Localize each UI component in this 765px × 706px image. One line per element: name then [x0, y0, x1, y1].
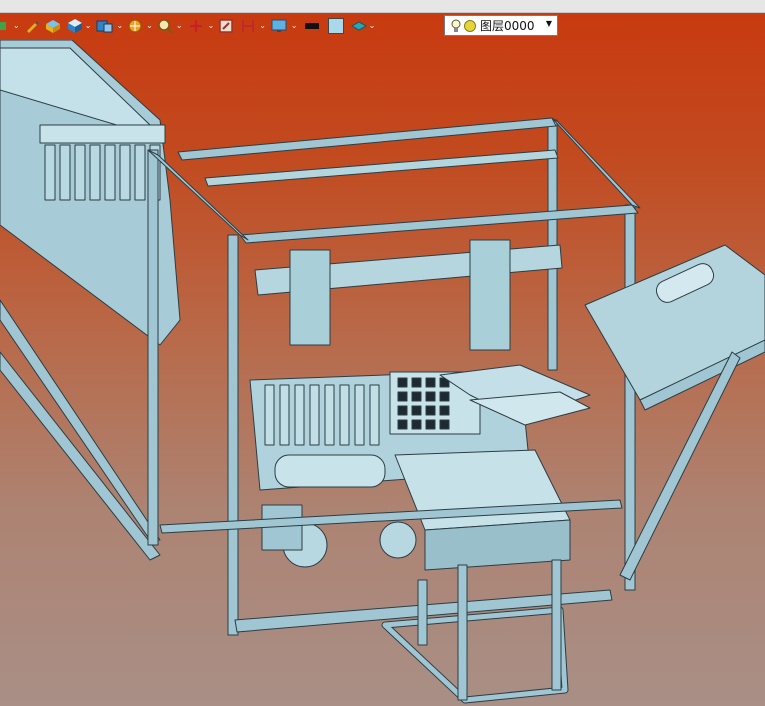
pencil-button[interactable]	[24, 15, 40, 37]
frame-post-mid	[227, 234, 239, 636]
chevron-down-icon: ⌄	[368, 21, 376, 30]
chevron-down-icon: ⌄	[259, 21, 266, 30]
chevron-down-icon: ⌄	[146, 21, 153, 30]
triad-button[interactable]: ⌄	[187, 15, 215, 37]
frame-top-right	[551, 117, 641, 209]
gantry-carriage	[289, 249, 331, 346]
zoom-window-icon	[158, 19, 173, 34]
hide-show-icon	[242, 20, 255, 32]
chevron-down-icon: ⌄	[116, 21, 124, 30]
layer-name: 图层0000	[480, 19, 535, 33]
drum-roller	[274, 454, 386, 488]
frame-post-left	[147, 149, 159, 546]
layer-style-icon	[350, 21, 367, 31]
box-yellow-icon	[45, 20, 60, 33]
cube-icon	[67, 19, 82, 33]
view-cube-icon	[96, 20, 113, 33]
triad-icon	[189, 20, 202, 32]
toolbar: ⌄ ⌄ ⌄ ⌄ ⌄ ⌄ ⌄ ⌄ ⌄	[0, 14, 375, 38]
right-chute	[584, 244, 765, 401]
base-leg-3	[417, 579, 428, 646]
chevron-down-icon: ⌄	[84, 21, 92, 30]
box-yellow-button[interactable]	[44, 15, 62, 37]
chevron-down-icon: ⌄	[13, 21, 20, 30]
lightbulb-icon	[451, 19, 461, 32]
fill-color-button[interactable]	[326, 15, 346, 37]
frame-top-front	[239, 204, 639, 244]
pan-icon	[0, 22, 6, 30]
frame-top-mid	[204, 149, 559, 187]
frame-top-back	[177, 117, 557, 161]
sun-icon	[464, 19, 476, 32]
monitor-icon	[271, 19, 287, 32]
chevron-down-icon: ⌄	[175, 21, 183, 30]
line-color-button[interactable]	[302, 15, 322, 37]
render-style-icon	[128, 19, 142, 33]
layer-select[interactable]: 图层0000 ▼	[444, 15, 558, 36]
fill-color-swatch	[327, 18, 344, 34]
title-strip	[0, 0, 765, 13]
frame-post-right	[624, 204, 636, 591]
monitor-button[interactable]: ⌄	[270, 15, 298, 37]
left-rail-lower	[0, 351, 161, 561]
base-leg-2	[551, 559, 562, 691]
cube-button[interactable]: ⌄	[66, 15, 92, 37]
line-color-swatch	[304, 23, 319, 29]
render-style-button[interactable]: ⌄	[127, 15, 153, 37]
hide-show-button[interactable]: ⌄	[240, 15, 266, 37]
motor-right	[379, 521, 417, 559]
pan-button[interactable]: ⌄	[0, 15, 20, 37]
chevron-down-icon: ⌄	[290, 21, 298, 30]
dropdown-arrow-icon: ▼	[545, 19, 552, 28]
view-cube-button[interactable]: ⌄	[95, 15, 123, 37]
3d-viewport[interactable]	[0, 40, 765, 706]
layer-style-button[interactable]: ⌄	[350, 15, 376, 37]
pencil-icon	[26, 21, 39, 33]
gantry-carriage-2	[469, 239, 511, 351]
base-leg-1	[457, 564, 468, 701]
left-rail	[0, 299, 161, 541]
machine-model	[0, 40, 765, 704]
zoom-window-button[interactable]: ⌄	[157, 15, 183, 37]
section-icon	[219, 19, 233, 33]
chevron-down-icon: ⌄	[207, 21, 215, 30]
section-button[interactable]	[218, 15, 236, 37]
